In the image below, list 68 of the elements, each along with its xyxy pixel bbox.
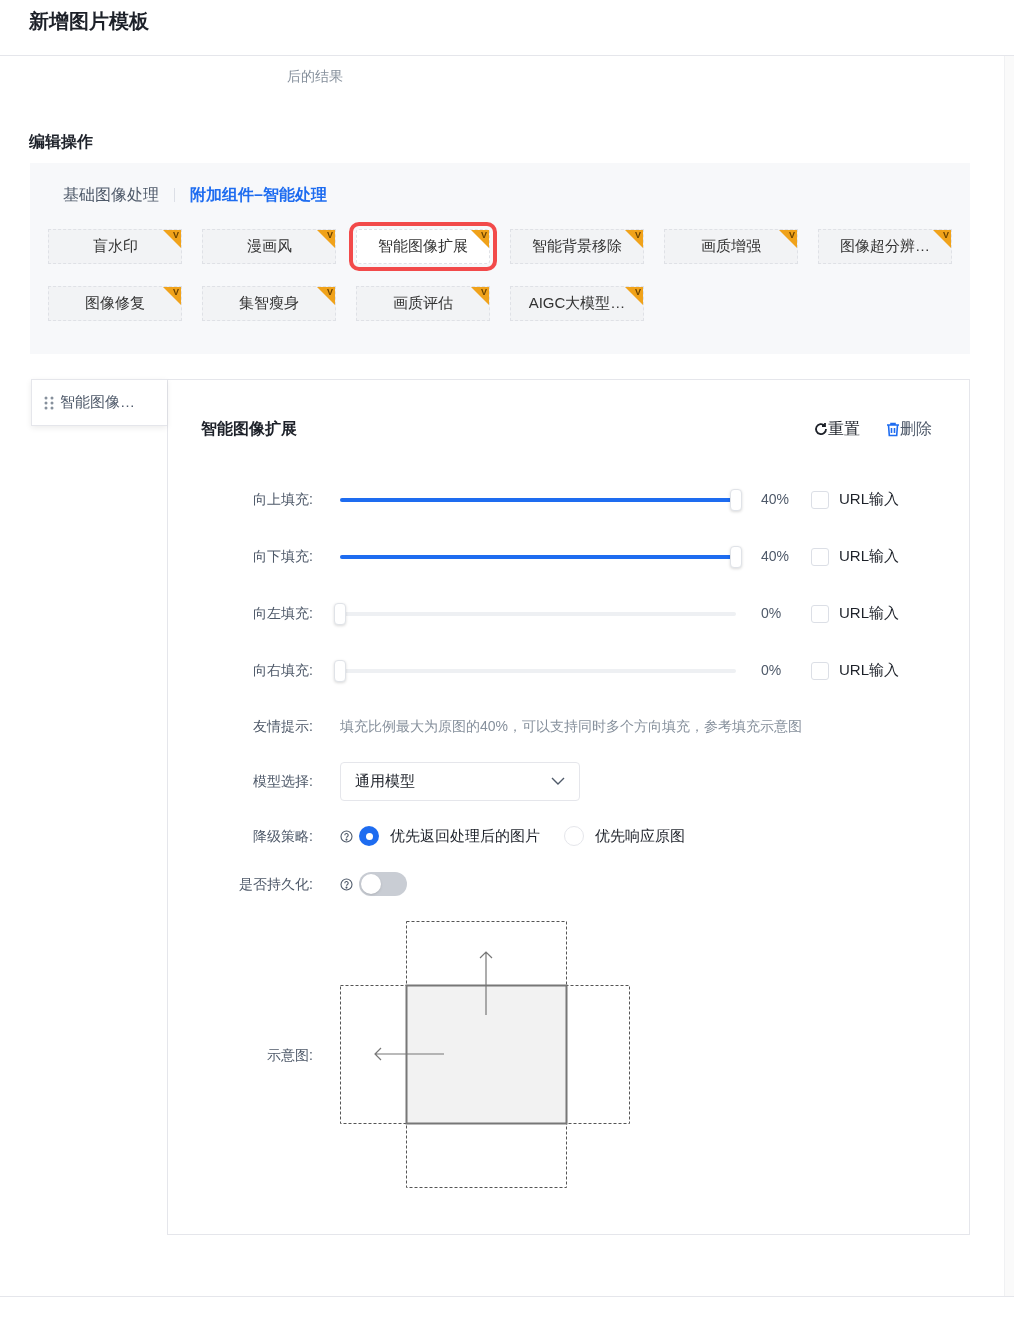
- checkbox-label: URL输入: [839, 660, 899, 681]
- component-tab-label: 智能图像…: [60, 392, 135, 413]
- component-chip[interactable]: AIGC大模型… V: [510, 286, 644, 321]
- refresh-icon: [814, 422, 828, 436]
- radio-label: 优先返回处理后的图片: [390, 825, 540, 846]
- drag-handle-icon[interactable]: [44, 395, 54, 410]
- vip-badge: V: [163, 287, 181, 305]
- slider-value: 0%: [761, 661, 783, 680]
- chevron-down-icon: [551, 777, 565, 785]
- url-checkbox[interactable]: [811, 604, 829, 623]
- slider-thumb[interactable]: [334, 602, 346, 625]
- field-label: 示意图:: [266, 1045, 313, 1065]
- section-title: 编辑操作: [29, 133, 93, 150]
- slider-thumb[interactable]: [334, 659, 346, 682]
- checkbox-label: URL输入: [839, 489, 899, 510]
- help-icon[interactable]: [340, 877, 353, 891]
- component-chip[interactable]: 智能背景移除 V: [510, 229, 644, 264]
- vip-badge: V: [625, 230, 643, 248]
- field-label: 降级策略:: [252, 826, 313, 846]
- component-chip[interactable]: 漫画风 V: [202, 229, 336, 264]
- component-chip[interactable]: 盲水印 V: [48, 229, 182, 264]
- url-checkbox[interactable]: [811, 490, 829, 509]
- description-text: 后的结果: [287, 68, 343, 84]
- field-label: 模型选择:: [252, 771, 313, 791]
- radio-label: 优先响应原图: [595, 825, 685, 846]
- help-icon[interactable]: [340, 829, 353, 843]
- component-tab[interactable]: 智能图像…: [31, 379, 167, 426]
- checkbox-label: URL输入: [839, 603, 899, 624]
- vip-badge: V: [471, 230, 489, 248]
- radio-button[interactable]: [564, 826, 584, 846]
- field-label: 向上填充:: [252, 490, 313, 509]
- vip-badge: V: [933, 230, 951, 248]
- field-label: 向下填充:: [252, 547, 313, 566]
- field-label: 友情提示:: [252, 716, 313, 736]
- vip-badge: V: [471, 287, 489, 305]
- select-value: 通用模型: [355, 770, 416, 791]
- slider-value: 0%: [761, 604, 783, 623]
- url-checkbox[interactable]: [811, 661, 829, 680]
- slider-value: 40%: [761, 547, 791, 566]
- component-chip[interactable]: 画质评估 V: [356, 286, 490, 321]
- reset-button[interactable]: 重置: [814, 417, 860, 441]
- component-chip[interactable]: 画质增强 V: [664, 229, 798, 264]
- vip-badge: V: [163, 230, 181, 248]
- field-label: 是否持久化:: [238, 874, 313, 894]
- vip-badge: V: [779, 230, 797, 248]
- tip-text: 填充比例最大为原图的40%，可以支持同时多个方向填充，参考填充示意图: [340, 716, 803, 736]
- component-chip[interactable]: 集智瘦身 V: [202, 286, 336, 321]
- vip-badge: V: [317, 230, 335, 248]
- persist-toggle[interactable]: [359, 872, 407, 896]
- component-chip[interactable]: 图像修复 V: [48, 286, 182, 321]
- page-title: 新增图片模板: [29, 8, 149, 34]
- category-tab[interactable]: 附加组件–智能处理: [190, 183, 327, 207]
- slider-thumb[interactable]: [730, 488, 742, 511]
- model-select[interactable]: 通用模型: [340, 761, 580, 801]
- vip-badge: V: [317, 287, 335, 305]
- settings-title: 智能图像扩展: [201, 419, 297, 439]
- slider-value: 40%: [761, 490, 791, 509]
- delete-button[interactable]: 删除: [886, 417, 932, 441]
- vip-badge: V: [625, 287, 643, 305]
- checkbox-label: URL输入: [839, 546, 899, 567]
- category-tab[interactable]: 基础图像处理: [63, 183, 159, 207]
- field-label: 向左填充:: [252, 604, 313, 623]
- radio-button[interactable]: [359, 826, 379, 846]
- field-label: 向右填充:: [252, 661, 313, 680]
- component-chip[interactable]: 图像超分辨… V: [818, 229, 952, 264]
- trash-icon: [886, 421, 900, 437]
- url-checkbox[interactable]: [811, 547, 829, 566]
- slider-thumb[interactable]: [730, 545, 742, 568]
